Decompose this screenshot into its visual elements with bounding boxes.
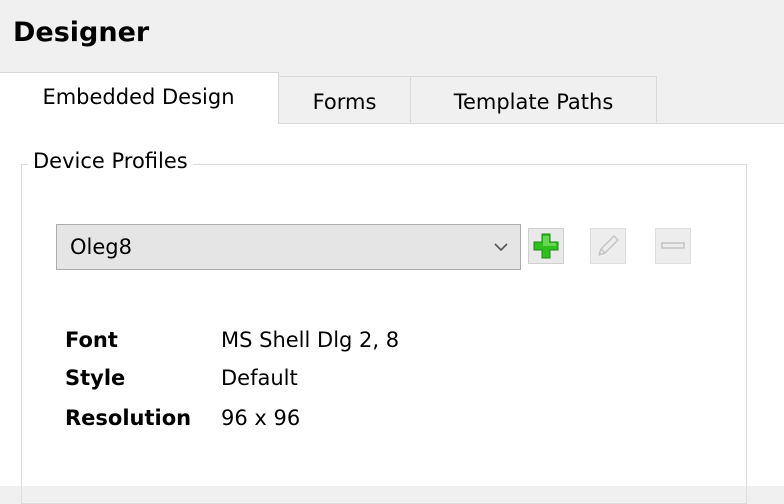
- font-label: Font: [65, 328, 118, 352]
- remove-profile-button[interactable]: [655, 228, 691, 264]
- device-profile-select-value: Oleg8: [70, 235, 132, 259]
- plus-icon: [533, 233, 559, 259]
- edit-profile-button[interactable]: [590, 228, 626, 264]
- add-profile-button[interactable]: [528, 228, 564, 264]
- style-label: Style: [65, 366, 126, 390]
- device-profile-select[interactable]: Oleg8: [56, 224, 521, 270]
- tab-forms[interactable]: Forms: [278, 76, 411, 123]
- pencil-icon: [598, 235, 619, 256]
- resolution-label: Resolution: [65, 406, 192, 430]
- device-profiles-label: Device Profiles: [28, 147, 193, 175]
- tab-embedded-design[interactable]: Embedded Design: [0, 72, 279, 124]
- page-title: Designer: [13, 17, 150, 48]
- resolution-value: 96 x 96: [221, 406, 301, 430]
- tab-template-paths[interactable]: Template Paths: [410, 76, 657, 123]
- minus-icon: [661, 242, 685, 249]
- tab-content-pane: Device Profiles Oleg8 Font MS Shell Dlg …: [0, 124, 784, 504]
- chevron-down-icon: [494, 243, 508, 252]
- style-value: Default: [221, 366, 298, 390]
- font-value: MS Shell Dlg 2, 8: [221, 328, 400, 352]
- tab-bar: Embedded Design Forms Template Paths: [0, 72, 784, 124]
